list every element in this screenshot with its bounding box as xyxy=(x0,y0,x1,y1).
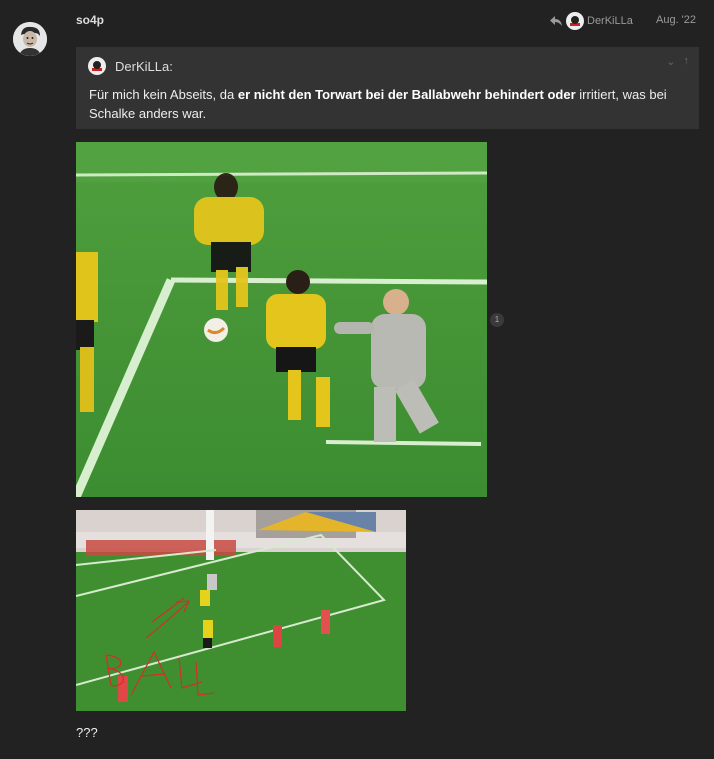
quote-text-bold: er nicht den Torwart bei der Ballabwehr … xyxy=(237,87,576,102)
quote-header[interactable]: DerKiLLa: xyxy=(88,57,173,75)
reply-arrow-icon xyxy=(550,16,562,26)
player-yellow-2 xyxy=(203,620,213,648)
player-red-1 xyxy=(273,625,282,647)
quote-block: DerKiLLa: ⌄ ↑ Für mich kein Abseits, da … xyxy=(76,47,699,129)
avatar-portrait-icon xyxy=(13,22,47,56)
quote-text: Für mich kein Abseits, da er nicht den T… xyxy=(89,85,689,123)
reply-to-avatar xyxy=(566,12,584,30)
match-still-image[interactable] xyxy=(76,142,487,497)
post-body-text: ??? xyxy=(76,725,98,740)
quote-author-name: DerKiLLa: xyxy=(115,58,173,74)
quote-controls: ⌄ ↑ xyxy=(666,55,689,68)
player-yellow-1 xyxy=(200,590,210,606)
reply-to-username: DerKiLLa xyxy=(587,15,633,27)
offside-scene-photo xyxy=(76,510,406,711)
reply-to-indicator[interactable]: DerKiLLa xyxy=(549,11,633,31)
player-gk-diagram xyxy=(207,574,217,590)
goalkeeper-save-photo xyxy=(76,142,487,497)
player-red-2 xyxy=(321,610,330,634)
quote-text-start: Für mich kein Abseits, da xyxy=(89,87,238,102)
quote-author-avatar xyxy=(88,57,106,75)
image-count-badge[interactable]: 1 xyxy=(490,313,504,327)
arrow-up-icon[interactable]: ↑ xyxy=(684,55,690,68)
author-avatar[interactable] xyxy=(13,22,47,56)
post-date[interactable]: Aug. '22 xyxy=(656,14,696,26)
offside-diagram-image[interactable] xyxy=(76,510,406,711)
chevron-down-icon[interactable]: ⌄ xyxy=(666,55,675,68)
post-author-name[interactable]: so4p xyxy=(76,13,104,27)
